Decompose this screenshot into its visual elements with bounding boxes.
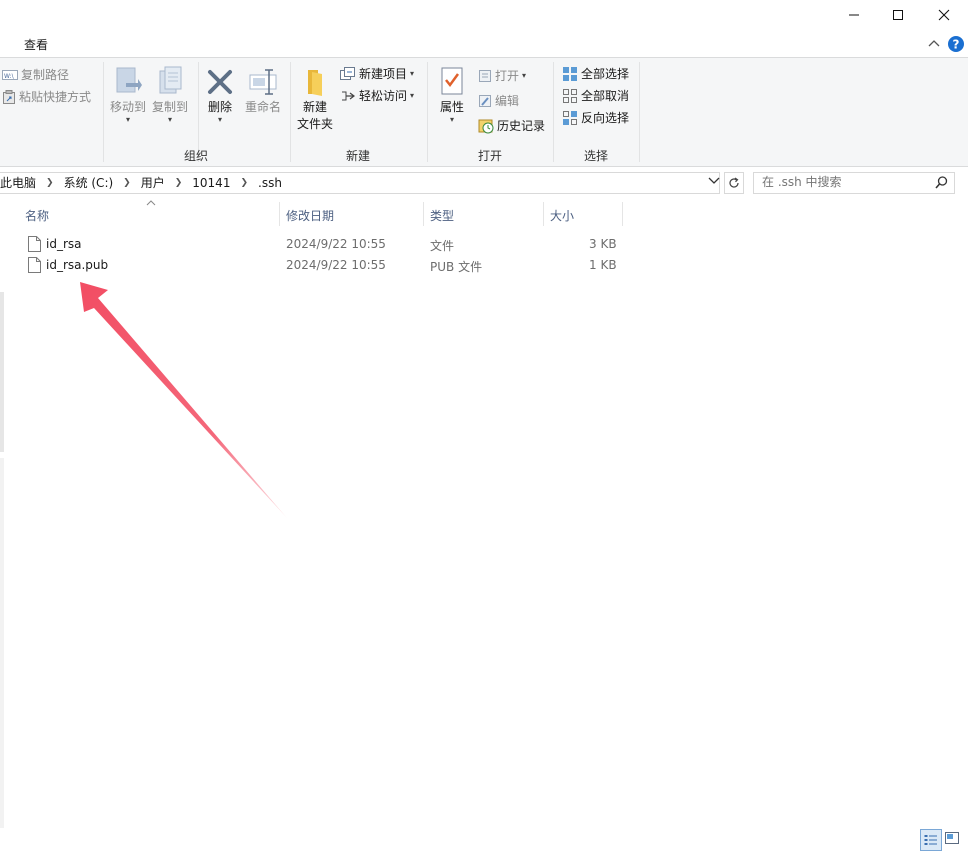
large-icons-view-icon[interactable] xyxy=(944,831,960,845)
scrollbar[interactable] xyxy=(0,292,4,452)
details-view-icon xyxy=(924,835,937,845)
details-view-button[interactable] xyxy=(920,829,942,851)
annotation-arrow-icon xyxy=(80,282,287,518)
nav-pane-edge xyxy=(0,458,4,828)
